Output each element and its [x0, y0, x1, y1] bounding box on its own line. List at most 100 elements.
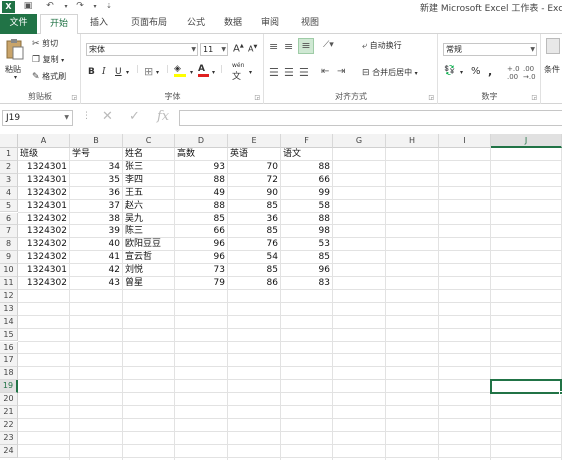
conditional-format-icon[interactable] — [546, 38, 560, 54]
tab-insert[interactable]: 插入 — [83, 14, 115, 34]
data-cell[interactable]: 宣云哲 — [123, 251, 175, 264]
data-cell[interactable]: 96 — [175, 238, 228, 251]
data-cell[interactable]: 张三 — [123, 161, 175, 174]
cut-button[interactable]: ✂ 剪切 — [32, 38, 58, 49]
data-cell[interactable]: 49 — [175, 187, 228, 200]
tab-file[interactable]: 文件 — [0, 14, 37, 34]
data-cell[interactable]: 86 — [228, 277, 281, 290]
name-box[interactable]: J19 ▼ — [2, 110, 73, 126]
data-cell[interactable]: 72 — [228, 174, 281, 187]
data-cell[interactable]: 36 — [70, 187, 123, 200]
row-header-2[interactable]: 2 — [0, 160, 18, 174]
row-header-24[interactable]: 24 — [0, 444, 18, 458]
data-cell[interactable]: 53 — [281, 238, 333, 251]
font-size-combo[interactable]: 11 ▼ — [200, 43, 228, 56]
align-top-icon[interactable]: ≡ — [269, 40, 278, 53]
row-header-13[interactable]: 13 — [0, 302, 18, 316]
data-cell[interactable]: 85 — [281, 251, 333, 264]
data-cell[interactable]: 93 — [175, 161, 228, 174]
row-header-16[interactable]: 16 — [0, 341, 18, 355]
align-middle-icon[interactable]: ≡ — [284, 40, 293, 53]
undo-dropdown-icon[interactable]: ▾ — [60, 1, 72, 12]
borders-dropdown-icon[interactable]: ▾ — [156, 69, 159, 76]
increase-indent-icon[interactable]: ⇥ — [337, 66, 345, 77]
bold-button[interactable]: B — [88, 67, 95, 77]
tab-home[interactable]: 开始 — [40, 14, 78, 35]
data-cell[interactable]: 吴九 — [123, 213, 175, 226]
customize-icon[interactable]: ⇣ — [103, 1, 115, 12]
active-cell-selection[interactable] — [490, 379, 562, 396]
row-header-5[interactable]: 5 — [0, 199, 18, 213]
conditional-format-button[interactable]: 条件 — [544, 64, 560, 75]
row-header-21[interactable]: 21 — [0, 406, 18, 419]
data-cell[interactable]: 83 — [281, 277, 333, 290]
currency-icon[interactable]: 💱 — [444, 66, 455, 76]
data-cell[interactable]: 96 — [281, 264, 333, 277]
tab-page-layout[interactable]: 页面布局 — [123, 14, 175, 34]
data-cell[interactable]: 88 — [281, 213, 333, 226]
data-cell[interactable]: 42 — [70, 264, 123, 277]
row-header-18[interactable]: 18 — [0, 367, 18, 381]
data-cell[interactable]: 1324301 — [18, 174, 70, 187]
data-cell[interactable]: 1324302 — [18, 213, 70, 226]
row-header-19[interactable]: 19 — [0, 380, 18, 394]
column-header-c[interactable]: C — [123, 134, 175, 148]
data-cell[interactable]: 1324302 — [18, 238, 70, 251]
data-cell[interactable]: 34 — [70, 161, 123, 174]
percent-button[interactable]: % — [471, 66, 481, 77]
data-cell[interactable]: 98 — [281, 225, 333, 238]
data-cell[interactable]: 36 — [228, 213, 281, 226]
header-cell[interactable]: 班级 — [18, 148, 70, 161]
underline-button[interactable]: U — [115, 67, 122, 77]
row-header-9[interactable]: 9 — [0, 251, 18, 265]
row-header-8[interactable]: 8 — [0, 238, 18, 252]
data-cell[interactable]: 96 — [175, 251, 228, 264]
wrap-text-button[interactable]: ⤶ 自动换行 — [362, 40, 402, 51]
tab-formulas[interactable]: 公式 — [180, 14, 212, 34]
data-cell[interactable]: 1324301 — [18, 200, 70, 213]
comma-button[interactable]: , — [488, 65, 492, 78]
select-all-corner[interactable] — [0, 134, 18, 148]
data-cell[interactable]: 41 — [70, 251, 123, 264]
cancel-icon[interactable]: ✕ — [102, 109, 113, 124]
insert-function-button[interactable]: fx — [157, 109, 169, 124]
header-cell[interactable]: 英语 — [228, 148, 281, 161]
data-cell[interactable]: 1324302 — [18, 225, 70, 238]
fill-color-icon[interactable]: ◈ — [174, 64, 188, 77]
data-cell[interactable]: 85 — [228, 200, 281, 213]
data-cell[interactable]: 39 — [70, 225, 123, 238]
data-cell[interactable]: 1324302 — [18, 187, 70, 200]
data-cell[interactable]: 66 — [175, 225, 228, 238]
paste-dropdown-icon[interactable]: ▾ — [14, 74, 17, 81]
data-cell[interactable]: 90 — [228, 187, 281, 200]
phonetic-button[interactable]: wén 文 — [232, 62, 244, 82]
font-color-dropdown-icon[interactable]: ▾ — [212, 69, 215, 76]
paste-icon[interactable] — [5, 38, 25, 60]
header-cell[interactable]: 姓名 — [123, 148, 175, 161]
redo-icon[interactable]: ↷ — [74, 1, 86, 12]
row-header-3[interactable]: 3 — [0, 173, 18, 187]
data-cell[interactable]: 李四 — [123, 174, 175, 187]
header-cell[interactable]: 高数 — [175, 148, 228, 161]
column-header-b[interactable]: B — [70, 134, 123, 148]
tab-view[interactable]: 视图 — [294, 14, 326, 34]
data-cell[interactable]: 1324302 — [18, 277, 70, 290]
shrink-font-button[interactable]: A▼ — [248, 44, 257, 54]
number-format-combo[interactable]: 常规 ▼ — [443, 43, 537, 56]
column-header-g[interactable]: G — [333, 134, 386, 148]
data-cell[interactable]: 66 — [281, 174, 333, 187]
column-header-f[interactable]: F — [281, 134, 333, 148]
row-header-10[interactable]: 10 — [0, 264, 18, 277]
align-left-icon[interactable]: ☰ — [269, 66, 279, 79]
row-header-11[interactable]: 11 — [0, 277, 18, 290]
data-cell[interactable]: 79 — [175, 277, 228, 290]
column-header-i[interactable]: I — [439, 134, 491, 148]
formula-bar-grip-icon[interactable]: ⋮ — [82, 111, 91, 121]
align-bottom-icon[interactable]: ≡ — [298, 38, 314, 54]
row-header-15[interactable]: 15 — [0, 328, 18, 342]
data-cell[interactable]: 85 — [175, 213, 228, 226]
enter-icon[interactable]: ✓ — [129, 109, 140, 124]
data-cell[interactable]: 37 — [70, 200, 123, 213]
copy-button[interactable]: ❐ 复制 ▾ — [32, 54, 64, 65]
data-cell[interactable]: 85 — [228, 264, 281, 277]
